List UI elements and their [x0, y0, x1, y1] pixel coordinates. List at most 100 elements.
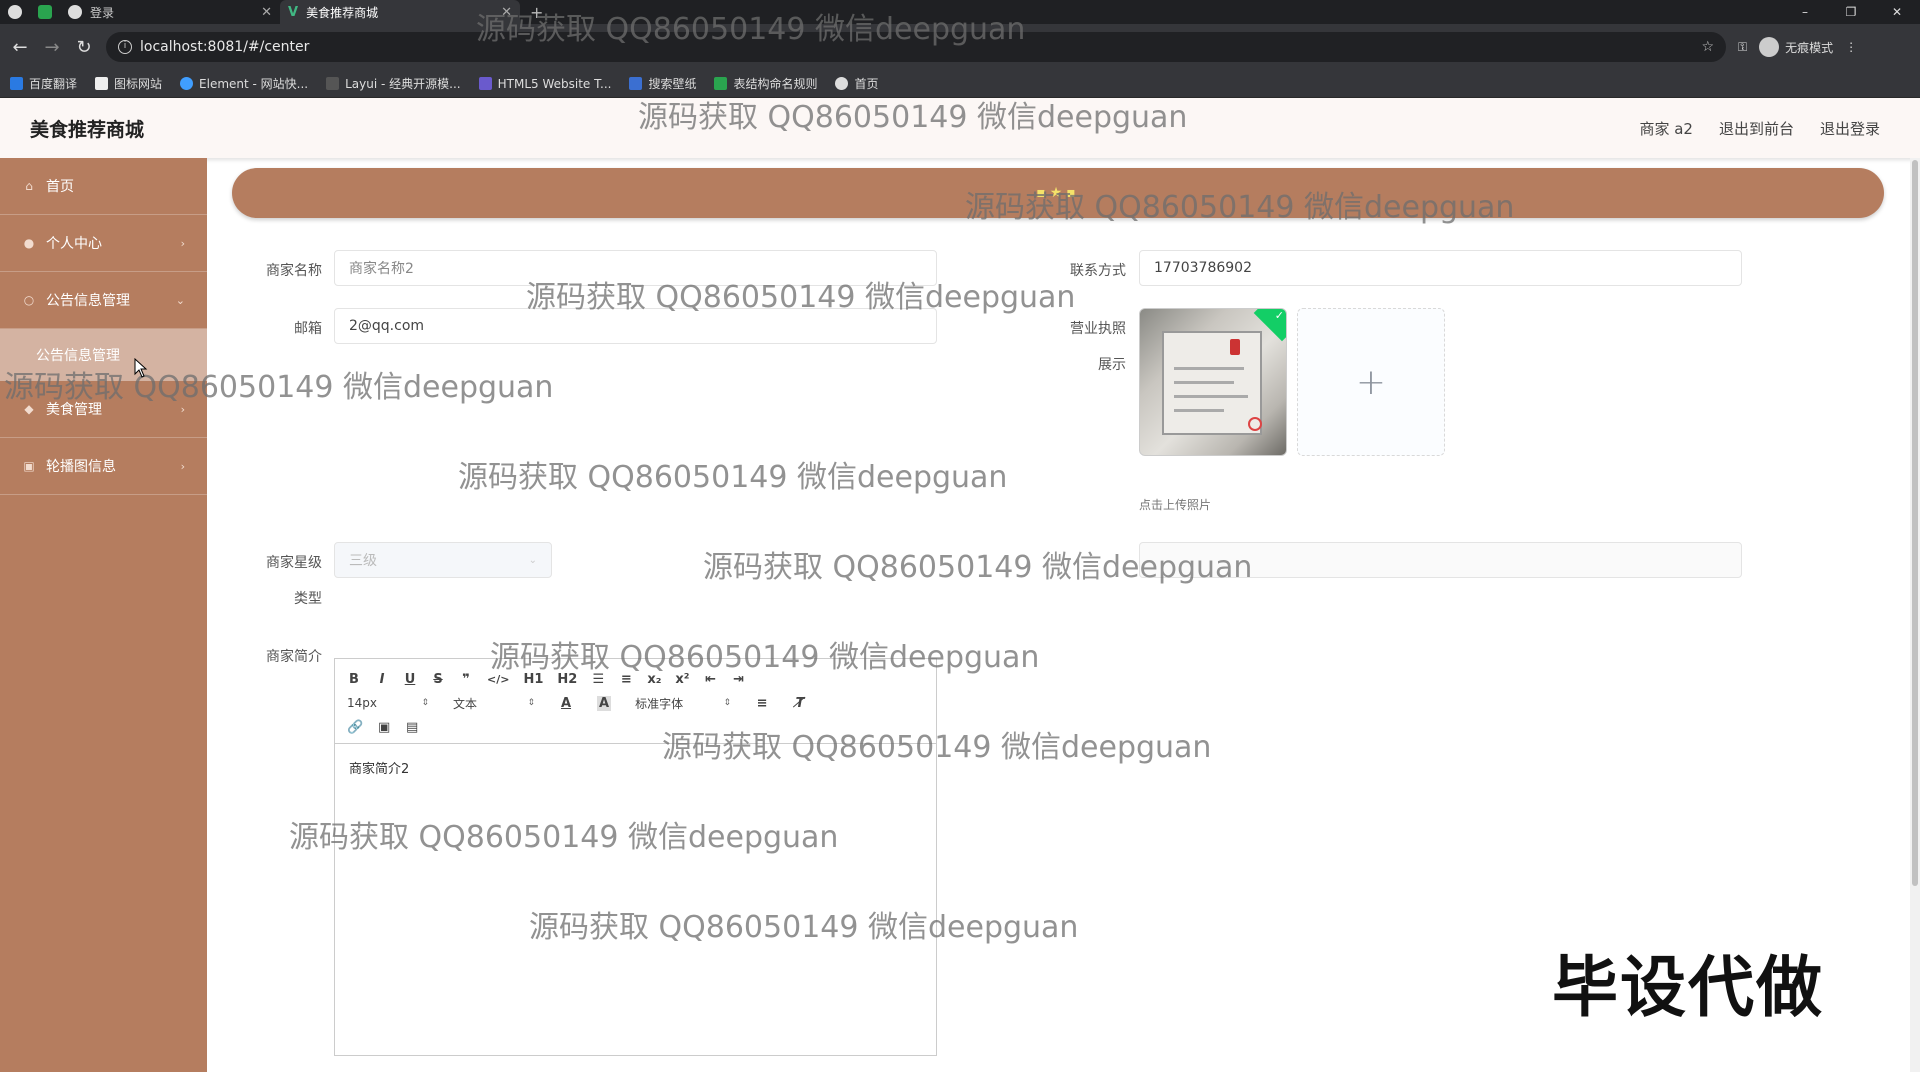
image-icon[interactable]: ▣	[377, 720, 391, 735]
bookmark-label: 百度翻译	[29, 77, 78, 91]
quote-icon[interactable]: ❞	[459, 672, 473, 687]
sidebar-item-label: 公告信息管理	[46, 293, 130, 309]
key-icon[interactable]: ⚿	[1738, 40, 1747, 55]
subscript-icon[interactable]: x₂	[647, 672, 661, 687]
header-select[interactable]: 文本 ⇕	[453, 695, 535, 712]
sidebar-item-home[interactable]: ⌂ 首页	[0, 158, 207, 215]
bookmark-item[interactable]: Element - 网站快...	[180, 75, 308, 92]
clear-format-icon[interactable]: T̸	[793, 696, 807, 711]
font-size-select[interactable]: 14px ⇕	[347, 696, 429, 710]
level-value: 三级	[349, 553, 377, 569]
bookmark-item[interactable]: HTML5 Website T...	[478, 77, 611, 91]
back-icon[interactable]: ←	[10, 37, 30, 58]
font-color-icon[interactable]: A	[559, 696, 573, 711]
bookmark-item[interactable]: 图标网站	[95, 75, 162, 92]
url-field[interactable]: i localhost:8081/#/center ☆	[106, 32, 1726, 62]
element-icon	[180, 77, 194, 90]
forward-icon[interactable]: →	[42, 37, 62, 58]
translate-icon	[10, 77, 23, 90]
mouse-cursor-icon	[134, 358, 148, 378]
merchant-name-input[interactable]: 商家名称2	[334, 250, 937, 286]
license-image[interactable]: ✓	[1139, 308, 1287, 456]
bookmark-item[interactable]: 表结构命名规则	[714, 75, 817, 92]
tab-sheet[interactable]	[30, 0, 60, 24]
indent-icon[interactable]: ⇥	[732, 672, 746, 687]
background-color-icon[interactable]: A	[597, 695, 612, 711]
close-window-button[interactable]: ✕	[1874, 0, 1920, 24]
sidebar-item-label: 个人中心	[46, 236, 102, 252]
license-label-2: 展示	[1098, 357, 1126, 373]
new-tab-button[interactable]: +	[520, 3, 553, 22]
exit-to-front-link[interactable]: 退出到前台	[1719, 118, 1794, 139]
email-label: 邮箱	[294, 321, 322, 337]
user-icon: ●	[23, 236, 35, 250]
contact-value: 17703786902	[1154, 260, 1252, 276]
video-icon[interactable]: ▤	[405, 720, 419, 735]
editor-content[interactable]: 商家简介2	[335, 744, 936, 791]
merchant-type-input[interactable]	[1139, 542, 1742, 578]
upload-button[interactable]: +	[1297, 308, 1445, 456]
tab-login[interactable]: 登录 ✕	[60, 0, 280, 24]
flag-icon	[95, 77, 109, 90]
certificate-image	[1162, 331, 1262, 435]
vue-icon: V	[288, 4, 299, 20]
rich-text-editor[interactable]: B I U S ❞ </> H1 H2 ☰ ≡ x₂ x² ⇤ ⇥ 14px ⇕ …	[334, 658, 937, 1056]
close-icon[interactable]: ✕	[501, 5, 512, 20]
heading2-icon[interactable]: H2	[557, 672, 577, 687]
heading1-icon[interactable]: H1	[523, 672, 543, 687]
superscript-icon[interactable]: x²	[675, 672, 689, 687]
bold-icon[interactable]: B	[347, 672, 361, 687]
updown-icon: ⇕	[723, 698, 732, 708]
underline-icon[interactable]: U	[403, 672, 417, 687]
bookmark-item[interactable]: 搜索壁纸	[629, 75, 696, 92]
incognito-indicator[interactable]: 无痕模式	[1759, 37, 1833, 57]
strike-icon[interactable]: S	[431, 672, 445, 687]
toolbar-row-format: B I U S ❞ </> H1 H2 ☰ ≡ x₂ x² ⇤ ⇥	[347, 667, 924, 691]
layui-icon	[326, 77, 340, 90]
align-icon[interactable]: ≡	[755, 696, 769, 711]
scrollbar-thumb[interactable]	[1912, 160, 1918, 886]
italic-icon[interactable]: I	[375, 672, 389, 687]
contact-label: 联系方式	[1070, 263, 1126, 279]
code-icon[interactable]: </>	[487, 673, 509, 686]
email-input[interactable]: 2@qq.com	[334, 308, 937, 344]
tab-browser[interactable]	[0, 0, 30, 24]
page-scrollbar[interactable]	[1910, 158, 1920, 1072]
bookmark-item[interactable]: Layui - 经典开源模...	[326, 75, 461, 92]
updown-icon: ⇕	[421, 698, 429, 708]
license-label: 营业执照	[1070, 321, 1126, 337]
sidebar-subitem-label: 公告信息管理	[36, 348, 120, 364]
menu-icon[interactable]: ⋮	[1845, 40, 1857, 54]
link-icon[interactable]: 🔗	[347, 720, 363, 735]
reload-icon[interactable]: ↻	[74, 37, 94, 58]
chevron-down-icon: ⌄	[528, 554, 537, 566]
star-icon[interactable]: ☆	[1701, 39, 1714, 55]
contact-input[interactable]: 17703786902	[1139, 250, 1742, 286]
sidebar-subitem-notice[interactable]: 公告信息管理	[0, 329, 207, 381]
tab-food-mall[interactable]: V 美食推荐商城 ✕	[280, 0, 520, 24]
bookmark-item[interactable]: 百度翻译	[10, 75, 77, 92]
bullet-list-icon[interactable]: ≡	[619, 672, 633, 687]
minimize-button[interactable]: –	[1782, 0, 1828, 24]
tab-login-label: 登录	[90, 5, 115, 20]
check-icon: ✓	[1274, 309, 1284, 322]
restore-button[interactable]: ❐	[1828, 0, 1874, 24]
info-icon[interactable]: i	[118, 40, 132, 54]
close-icon[interactable]: ✕	[261, 5, 272, 20]
sidebar: ⌂ 首页 ● 个人中心 › ○ 公告信息管理 ⌄ 公告信息管理 ◆ 美食管理 ›…	[0, 158, 207, 1072]
chevron-down-icon: ⌄	[175, 293, 185, 307]
updown-icon: ⇕	[527, 698, 535, 708]
outdent-icon[interactable]: ⇤	[704, 672, 718, 687]
address-right: ⚿ 无痕模式 ⋮	[1738, 37, 1857, 57]
sidebar-item-notice[interactable]: ○ 公告信息管理 ⌄	[0, 272, 207, 329]
bookmark-item[interactable]: 首页	[835, 75, 879, 92]
level-select[interactable]: 三级 ⌄	[334, 542, 552, 578]
logout-link[interactable]: 退出登录	[1820, 118, 1880, 139]
ordered-list-icon[interactable]: ☰	[591, 672, 605, 687]
address-bar-row: ← → ↻ i localhost:8081/#/center ☆ ⚿ 无痕模式…	[0, 24, 1920, 70]
sidebar-item-carousel[interactable]: ▣ 轮播图信息 ›	[0, 438, 207, 495]
sidebar-item-personal-center[interactable]: ● 个人中心 ›	[0, 215, 207, 272]
sidebar-item-food[interactable]: ◆ 美食管理 ›	[0, 381, 207, 438]
font-family-select[interactable]: 标准字体 ⇕	[635, 695, 731, 712]
toolbar-row-selects: 14px ⇕ 文本 ⇕ A A 标准字体 ⇕ ≡ T̸	[347, 691, 924, 715]
